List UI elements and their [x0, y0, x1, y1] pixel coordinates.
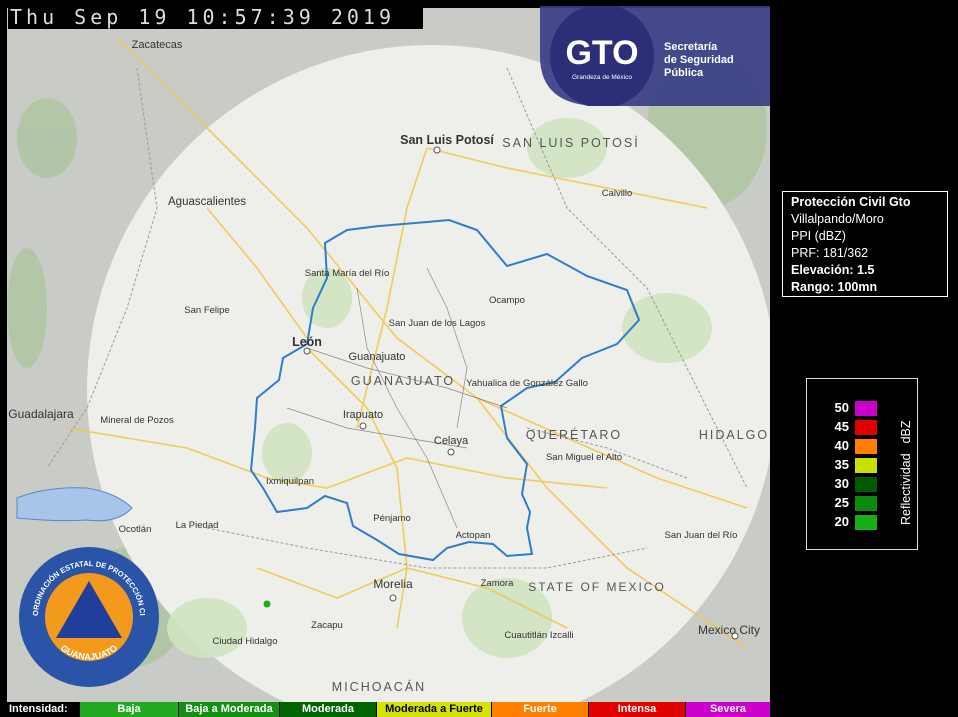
- svg-text:de Seguridad: de Seguridad: [664, 54, 734, 66]
- town-label-tepatitlan: Mineral de Pozos: [100, 415, 174, 426]
- legend-row: 20: [827, 513, 887, 530]
- legend-row: 25: [827, 494, 887, 511]
- intensity-segment: Baja a Moderada: [178, 702, 279, 717]
- city-label-irapuato: Irapuato: [343, 409, 383, 421]
- city-label-gdl: Guadalajara: [8, 407, 74, 421]
- town-label-sjr: San Miguel el Alto: [546, 452, 622, 463]
- intensity-segment: Baja: [79, 702, 178, 717]
- legend-swatch: [855, 477, 877, 492]
- state-label-gto: GUANAJUATO: [351, 374, 455, 388]
- city-label-slp: San Luis Potosí: [400, 133, 494, 147]
- town-label-patzcuaro: Zacapu: [311, 620, 343, 631]
- svg-text:Grandeza de México: Grandeza de México: [572, 74, 632, 81]
- city-label-ags: Aguascalientes: [168, 196, 246, 208]
- town-label-rioverde: Calvillo: [602, 188, 633, 199]
- town-label-moroleon: Pénjamo: [373, 513, 411, 524]
- intensity-segment: Moderada: [279, 702, 376, 717]
- svg-text:Pública: Pública: [664, 67, 704, 79]
- radar-info-panel: Protección Civil Gto Villalpando/Moro PP…: [782, 191, 948, 297]
- legend-swatch: [855, 458, 877, 473]
- town-label-sma: Yahualica de González Gallo: [466, 378, 588, 389]
- legend-row: 45: [827, 418, 887, 435]
- town-label-sanfelipe: Santa María del Río: [305, 268, 390, 279]
- legend-row: 50: [827, 399, 887, 416]
- legend-row: 40: [827, 437, 887, 454]
- town-label-actopan: San Juan del Río: [665, 530, 738, 541]
- legend-title: ReflectividaddBZ: [899, 420, 913, 525]
- town-label-lapiedad: Ixmiquilpan: [266, 476, 314, 487]
- state-label-slp: SAN LUIS POTOSÍ: [502, 135, 639, 150]
- town-label-zitacuaro: Cuautitlán Izcalli: [504, 630, 573, 641]
- state-label-mich: MICHOACÁN: [332, 679, 426, 694]
- city-label-leon: León: [292, 335, 322, 349]
- timestamp: Thu Sep 19 10:57:39 2019: [8, 6, 423, 29]
- radar-info-line: PPI (dBZ): [791, 229, 846, 243]
- city-label-cdmx: Mexico City: [698, 623, 760, 637]
- radar-info-line: Rango: 100mn: [791, 280, 878, 294]
- town-label-slpaz: Ocampo: [489, 295, 525, 306]
- intensity-segment: Fuerte: [491, 702, 588, 717]
- reflectivity-legend: 50 45 40 35 30 25 20 ReflectividaddBZ: [806, 378, 918, 550]
- intensity-bar: Intensidad: Baja Baja a Moderada Moderad…: [7, 702, 770, 717]
- city-label-gto: Guanajuato: [349, 351, 406, 363]
- town-label-zamora: La Piedad: [176, 520, 219, 531]
- radar-info-line: Villalpando/Moro: [791, 212, 884, 226]
- legend-swatch: [855, 496, 877, 511]
- radar-info-line: PRF: 181/362: [791, 246, 869, 260]
- legend-swatch: [855, 420, 877, 435]
- legend-swatch: [855, 439, 877, 454]
- intensity-label: Intensidad:: [7, 702, 79, 717]
- state-label-hgo: HIDALGO: [699, 428, 769, 442]
- radar-echo: [263, 600, 271, 608]
- proteccion-civil-seal: COORDINACIÓN ESTATAL DE PROTECCIÓN CIVIL…: [18, 546, 159, 687]
- intensity-segment: Severa: [685, 702, 770, 717]
- svg-text:Secretaría: Secretaría: [664, 41, 718, 53]
- town-label-sahuayo: Ocotlán: [119, 524, 152, 535]
- town-label-acambaro: Actopan: [456, 530, 491, 541]
- radar-info-line: Protección Civil Gto: [791, 195, 911, 209]
- city-label-celaya: Celaya: [434, 435, 469, 447]
- town-label-dolores: San Juan de los Lagos: [389, 318, 486, 329]
- city-label-zac: Zacatecas: [132, 39, 183, 51]
- legend-swatch: [855, 401, 877, 416]
- town-label-cdhidalgo: Zamora: [481, 578, 514, 589]
- radar-info-line: Elevación: 1.5: [791, 263, 875, 277]
- intensity-segment: Moderada a Fuerte: [376, 702, 491, 717]
- gto-logo: GTO Grandeza de México Secretaría de Seg…: [540, 6, 770, 106]
- town-label-sjlagos: San Felipe: [184, 305, 229, 316]
- legend-swatch: [855, 515, 877, 530]
- state-label-qro: QUERÉTARO: [526, 427, 622, 442]
- svg-text:GTO: GTO: [565, 34, 638, 72]
- state-label-mex: STATE OF MEXICO: [528, 580, 666, 594]
- legend-row: 35: [827, 456, 887, 473]
- legend-row: 30: [827, 475, 887, 492]
- intensity-segment: Intensa: [588, 702, 685, 717]
- town-label-uruapan: Ciudad Hidalgo: [213, 636, 278, 647]
- city-label-morelia: Morelia: [373, 577, 413, 591]
